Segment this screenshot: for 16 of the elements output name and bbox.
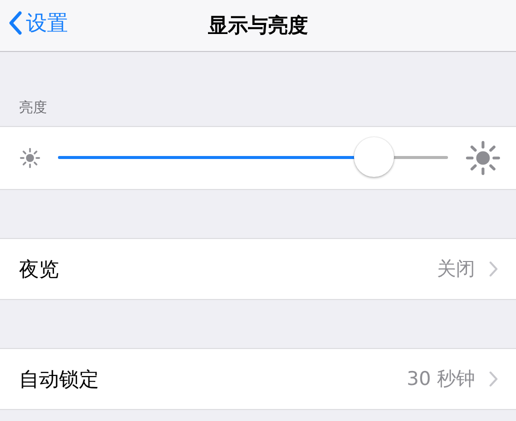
sun-large-icon: [466, 141, 500, 175]
slider-thumb[interactable]: [354, 137, 394, 177]
section-header: 亮度: [18, 99, 48, 118]
sun-small-icon: [20, 148, 40, 168]
chevron-right-icon: [489, 261, 498, 277]
row-label: 夜览: [19, 256, 60, 282]
settings-row[interactable]: 自动锁定 30 秒钟: [0, 348, 516, 410]
chevron-right-icon: [489, 371, 498, 387]
settings-row[interactable]: 夜览 关闭: [0, 238, 516, 300]
screen-title: 显示与亮度: [208, 12, 308, 39]
chevron-left-icon: [8, 11, 22, 35]
back-button[interactable]: 设置: [8, 8, 68, 38]
row-value: 关闭: [437, 257, 475, 282]
row-label: 自动锁定: [19, 366, 100, 392]
row-value: 30 秒钟: [406, 367, 475, 392]
brightness-slider[interactable]: [58, 137, 448, 179]
